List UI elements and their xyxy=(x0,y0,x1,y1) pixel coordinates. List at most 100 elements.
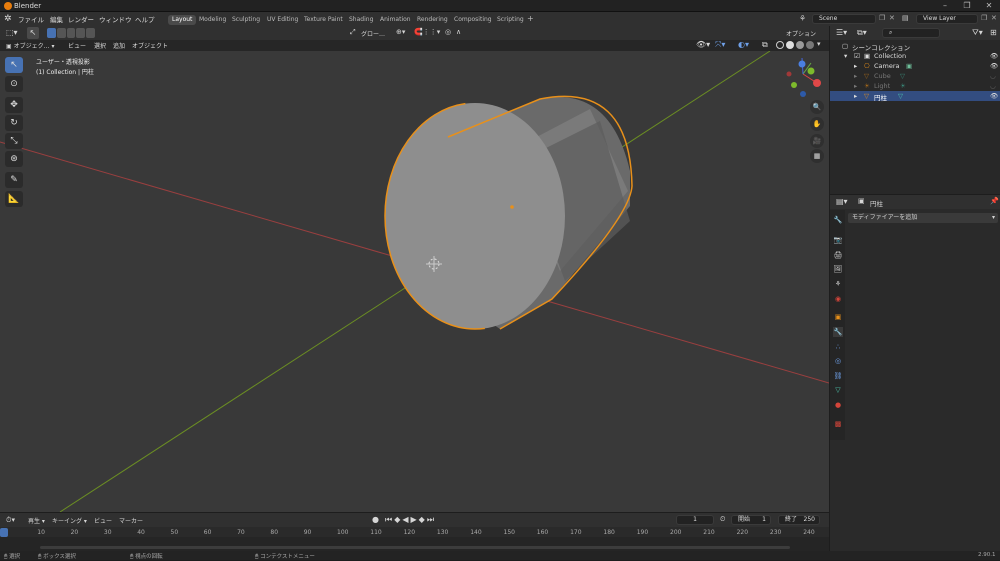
outliner-item-collection[interactable]: ▾ ☑ ▣ Collection 👁 xyxy=(830,51,1000,61)
add-workspace-icon[interactable]: + xyxy=(527,14,534,23)
tab-compositing[interactable]: Compositing xyxy=(450,15,496,25)
add-modifier-button[interactable]: モディファイアーを追加 ▾ xyxy=(848,213,998,223)
checkbox-icon[interactable]: ☑ xyxy=(854,52,860,60)
menu-file[interactable]: ファイル xyxy=(18,14,44,24)
tool-measure[interactable]: 📐 xyxy=(5,191,23,207)
menu-render[interactable]: レンダー xyxy=(68,14,94,24)
material-tab-icon[interactable]: ● xyxy=(833,400,843,410)
playhead[interactable] xyxy=(0,528,8,537)
view-layer-copy-icon[interactable]: ❐ xyxy=(981,14,987,22)
overlays-icon[interactable]: ◐▾ xyxy=(738,40,749,49)
current-frame-field[interactable]: 1 xyxy=(676,515,714,525)
tab-texture-paint[interactable]: Texture Paint xyxy=(300,15,347,25)
view-layer-delete-icon[interactable]: ✕ xyxy=(991,14,997,22)
tool-rotate[interactable]: ↻ xyxy=(5,115,23,131)
view-object-types-icon[interactable]: 👁▾ xyxy=(696,40,710,49)
texture-tab-icon[interactable]: ▩ xyxy=(833,419,843,429)
tab-sculpting[interactable]: Sculpting xyxy=(228,15,264,25)
tool-cursor[interactable]: ⊙ xyxy=(5,76,23,92)
expand-arrow-icon[interactable]: ▸ xyxy=(854,62,857,70)
menu-select[interactable]: 選択 xyxy=(94,41,106,50)
scene-field[interactable]: Scene xyxy=(812,14,876,24)
select-subtract-icon[interactable] xyxy=(66,28,76,38)
clock-icon[interactable]: ⏲ xyxy=(720,515,725,524)
wireframe-shading-icon[interactable] xyxy=(776,41,784,49)
menu-object[interactable]: オブジェクト xyxy=(132,41,168,50)
record-icon[interactable]: ● xyxy=(372,515,379,524)
tab-shading[interactable]: Shading xyxy=(345,15,377,25)
mode-dropdown[interactable]: ▣ オブジェク… ▾ xyxy=(6,41,55,50)
show-gizmo-icon[interactable]: ⤧▾ xyxy=(715,40,725,50)
view-layer-field[interactable]: View Layer xyxy=(916,14,978,24)
transform-orientation-dropdown[interactable]: グロー… xyxy=(361,29,385,38)
menu-view[interactable]: ビュー xyxy=(68,41,86,50)
select-tool-icon[interactable]: ↖ xyxy=(27,27,39,39)
world-tab-icon[interactable]: ◉ xyxy=(833,294,843,304)
tab-rendering[interactable]: Rendering xyxy=(413,15,452,25)
expand-arrow-icon[interactable]: ▸ xyxy=(854,92,857,100)
filter-icon[interactable]: ⛛▾ xyxy=(972,28,983,38)
outliner-item-camera[interactable]: ▸ ⎔ Camera ▣ 👁 xyxy=(830,61,1000,71)
outliner-editor-type-icon[interactable]: ☰▾ xyxy=(836,28,847,37)
view-layer-tab-icon[interactable]: 🖼 xyxy=(833,264,843,274)
physics-tab-icon[interactable]: ◎ xyxy=(833,356,843,366)
start-frame-field[interactable]: 開始 1 xyxy=(731,515,771,525)
menu-window[interactable]: ウィンドウ xyxy=(99,14,132,24)
expand-arrow-icon[interactable]: ▾ xyxy=(844,52,847,60)
falloff-icon[interactable]: ∧ xyxy=(456,28,461,36)
view-layer-icon[interactable]: ▤ xyxy=(902,14,909,22)
hidden-eye-icon[interactable]: ◡ xyxy=(990,82,996,90)
blender-menu-icon[interactable]: ✲ xyxy=(4,14,12,24)
timeline-editor-type-icon[interactable]: ⏱▾ xyxy=(6,516,15,525)
outliner-scene-collection[interactable]: ▢ シーンコレクション xyxy=(830,41,1000,52)
shading-options-icon[interactable]: ▾ xyxy=(817,40,821,48)
visibility-eye-icon[interactable]: 👁 xyxy=(990,92,998,100)
visibility-eye-icon[interactable]: 👁 xyxy=(990,62,998,70)
new-collection-icon[interactable]: ⊞ xyxy=(990,28,997,37)
properties-editor-type-icon[interactable]: ▤▾ xyxy=(836,197,848,206)
modifier-tab-icon[interactable]: 🔧 xyxy=(833,327,843,337)
tab-scripting[interactable]: Scripting xyxy=(493,15,528,25)
constraints-tab-icon[interactable]: ⛓ xyxy=(833,371,843,381)
tool-settings-tab-icon[interactable]: 🔧 xyxy=(833,215,843,225)
menu-help[interactable]: ヘルプ xyxy=(135,14,155,24)
camera-view-icon[interactable]: 🎥 xyxy=(810,134,824,148)
solid-shading-icon[interactable] xyxy=(786,41,794,49)
tab-animation[interactable]: Animation xyxy=(376,15,415,25)
hidden-eye-icon[interactable]: ◡ xyxy=(990,72,996,80)
object-data-tab-icon[interactable]: ▽ xyxy=(833,385,843,395)
pin-icon[interactable]: 📌 xyxy=(990,197,999,205)
outliner-search-input[interactable]: ⌕ xyxy=(882,28,940,38)
pivot-point-icon[interactable]: ⊕▾ xyxy=(396,28,405,36)
menu-edit[interactable]: 編集 xyxy=(50,14,63,24)
timeline-scrollbar[interactable] xyxy=(40,546,790,549)
play-icon[interactable]: ▶ xyxy=(411,515,419,524)
render-tab-icon[interactable]: 📷 xyxy=(833,235,843,245)
editor-type-icon[interactable]: ⬚▾ xyxy=(6,28,18,37)
expand-arrow-icon[interactable]: ▸ xyxy=(854,82,857,90)
visibility-eye-icon[interactable]: 👁 xyxy=(990,52,998,60)
close-icon[interactable]: ✕ xyxy=(980,1,998,11)
scene-copy-icon[interactable]: ❐ xyxy=(879,14,885,22)
display-mode-icon[interactable]: ⧉▾ xyxy=(857,28,867,38)
proportional-edit-icon[interactable]: ◎ xyxy=(445,28,451,36)
outliner-item-cube[interactable]: ▸ ▽ Cube ▽ ◡ xyxy=(830,71,1000,81)
play-reverse-icon[interactable]: ◀ xyxy=(402,515,410,524)
end-frame-field[interactable]: 終了 250 xyxy=(778,515,820,525)
tool-move[interactable]: ✥ xyxy=(5,97,23,113)
rendered-shading-icon[interactable] xyxy=(806,41,814,49)
particles-tab-icon[interactable]: ∴ xyxy=(833,342,843,352)
scene-delete-icon[interactable]: ✕ xyxy=(889,14,895,22)
tab-uv-editing[interactable]: UV Editing xyxy=(263,15,302,25)
tab-layout[interactable]: Layout xyxy=(168,15,197,25)
select-intersect-icon[interactable] xyxy=(86,28,95,38)
maximize-icon[interactable]: ❐ xyxy=(958,1,976,11)
select-extend-icon[interactable] xyxy=(56,28,66,38)
jump-start-icon[interactable]: ⏮ xyxy=(385,515,394,524)
jump-end-icon[interactable]: ⏭ xyxy=(427,515,436,524)
tool-transform[interactable]: ⊛ xyxy=(5,151,23,167)
tab-modeling[interactable]: Modeling xyxy=(195,15,230,25)
outliner-item-cylinder[interactable]: ▸ ▽ 円柱 ▽ 👁 xyxy=(830,91,1000,102)
marker-menu[interactable]: マーカー xyxy=(119,516,143,525)
pan-hand-icon[interactable]: ✋ xyxy=(810,117,824,131)
